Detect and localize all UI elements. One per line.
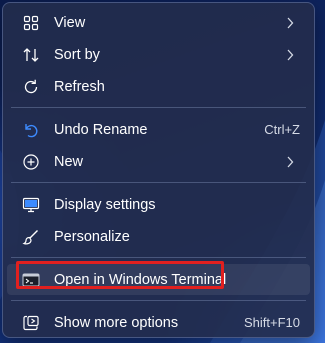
menu-item-undo-rename[interactable]: Undo Rename Ctrl+Z (7, 114, 310, 145)
brush-icon (21, 227, 41, 247)
shortcut-text: Ctrl+Z (264, 122, 300, 137)
sort-icon (21, 45, 41, 65)
chevron-right-icon (282, 49, 298, 61)
terminal-icon (21, 270, 41, 290)
menu-separator (11, 257, 306, 258)
menu-separator (11, 182, 306, 183)
menu-item-label: Open in Windows Terminal (54, 271, 227, 288)
shortcut-text: Shift+F10 (243, 315, 300, 330)
menu-item-show-more-options[interactable]: Show more options Shift+F10 (7, 307, 310, 338)
menu-item-label: Display settings (54, 196, 156, 213)
menu-item-label: Undo Rename (54, 121, 148, 138)
menu-separator (11, 300, 306, 301)
undo-icon (21, 120, 41, 140)
show-more-icon (21, 313, 41, 333)
grid-icon (21, 13, 41, 33)
menu-item-personalize[interactable]: Personalize (7, 221, 310, 252)
refresh-icon (21, 77, 41, 97)
menu-item-display-settings[interactable]: Display settings (7, 189, 310, 220)
new-icon (21, 152, 41, 172)
menu-item-label: New (54, 153, 84, 170)
menu-item-new[interactable]: New (7, 146, 310, 177)
desktop-context-menu: View Sort by Refresh Undo Rename Ctrl+Z … (2, 2, 315, 338)
menu-item-sort-by[interactable]: Sort by (7, 39, 310, 70)
menu-item-label: Personalize (54, 228, 130, 245)
chevron-right-icon (282, 17, 298, 29)
menu-item-view[interactable]: View (7, 7, 310, 38)
menu-item-open-in-windows-terminal[interactable]: Open in Windows Terminal (7, 261, 310, 295)
menu-item-label: Sort by (54, 46, 100, 63)
menu-item-label: Show more options (54, 314, 179, 331)
menu-item-label: View (54, 14, 86, 31)
menu-separator (11, 107, 306, 108)
display-icon (21, 195, 41, 215)
menu-item-label: Refresh (54, 78, 105, 95)
chevron-right-icon (282, 156, 298, 168)
menu-item-refresh[interactable]: Refresh (7, 71, 310, 102)
